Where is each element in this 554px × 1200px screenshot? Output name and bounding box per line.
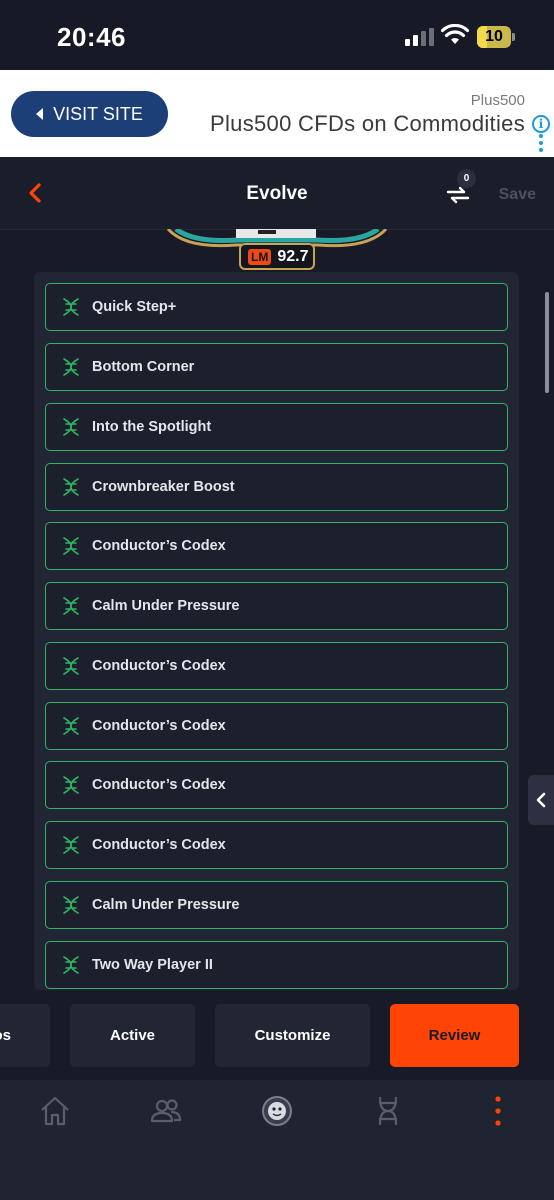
dna-icon	[63, 836, 79, 854]
review-button[interactable]: Review	[390, 1004, 519, 1067]
evolution-label: Crownbreaker Boost	[92, 479, 235, 495]
evolution-item[interactable]: Conductor’s Codex	[45, 642, 508, 690]
wifi-icon	[441, 24, 469, 44]
evolution-item[interactable]: Bottom Corner	[45, 343, 508, 391]
battery-icon: 10	[477, 26, 515, 48]
evolution-item[interactable]: Conductor’s Codex	[45, 761, 508, 809]
dna-icon	[63, 657, 79, 675]
more-icon[interactable]	[481, 1094, 515, 1128]
active-label: Active	[109, 1027, 156, 1044]
evolution-item[interactable]: Crownbreaker Boost	[45, 463, 508, 511]
active-button[interactable]: Active	[70, 1004, 195, 1067]
info-icon[interactable]: i	[532, 115, 550, 133]
tab-partial-label: os	[0, 1027, 11, 1044]
header: Evolve Save	[0, 157, 554, 230]
evolution-label: Calm Under Pressure	[92, 598, 240, 614]
save-button[interactable]: Save	[499, 186, 536, 204]
evolution-label: Two Way Player II	[92, 957, 213, 973]
caret-left-icon	[36, 108, 44, 120]
evolution-item[interactable]: Conductor’s Codex	[45, 522, 508, 570]
evolutions-icon[interactable]	[371, 1094, 405, 1128]
friends-icon[interactable]	[149, 1094, 183, 1128]
dna-icon	[63, 597, 79, 615]
ad-brand: Plus500	[470, 92, 525, 109]
dna-icon	[63, 418, 79, 436]
evolution-label: Conductor’s Codex	[92, 538, 226, 554]
bottom-nav	[0, 1080, 554, 1200]
dna-icon	[63, 896, 79, 914]
evolution-list: Quick Step+ Bottom Corner Into the Spotl…	[34, 272, 519, 990]
scrollbar[interactable]	[545, 292, 549, 393]
chevron-left-icon	[536, 792, 546, 808]
evolution-label: Bottom Corner	[92, 359, 195, 375]
status-bar: 20:46 10	[0, 0, 554, 70]
evolution-label: Conductor’s Codex	[92, 658, 226, 674]
customize-button[interactable]: Customize	[215, 1004, 370, 1067]
battery-level: 10	[485, 28, 503, 45]
status-time: 20:46	[57, 22, 126, 52]
dna-icon	[63, 776, 79, 794]
evolution-label: Conductor’s Codex	[92, 777, 226, 793]
dna-icon	[63, 298, 79, 316]
evolution-item[interactable]: Two Way Player II	[45, 941, 508, 989]
position-tag: LM	[248, 248, 272, 265]
player-rating-badge: LM 92.7	[239, 243, 315, 270]
visit-site-label: VISIT SITE	[53, 103, 143, 124]
review-label: Review	[428, 1027, 481, 1044]
ad-options-icon[interactable]	[539, 134, 544, 152]
evolution-item[interactable]: Calm Under Pressure	[45, 881, 508, 929]
evolution-item[interactable]: Conductor’s Codex	[45, 821, 508, 869]
dna-icon	[63, 537, 79, 555]
customize-label: Customize	[254, 1027, 331, 1044]
ad-banner[interactable]: VISIT SITE Plus500 Plus500 CFDs on Commo…	[0, 70, 554, 157]
side-panel-toggle[interactable]	[528, 775, 554, 825]
ad-headline[interactable]: Plus500 CFDs on Commodities	[210, 111, 525, 137]
visit-site-button[interactable]: VISIT SITE	[11, 91, 168, 137]
evolution-label: Conductor’s Codex	[92, 718, 226, 734]
compare-count-badge: 0	[457, 169, 476, 188]
dna-icon	[63, 956, 79, 974]
evolution-label: Into the Spotlight	[92, 419, 212, 435]
evolution-label: Quick Step+	[92, 299, 177, 315]
player-rating: 92.7	[277, 247, 309, 265]
signal-icon	[405, 28, 435, 46]
dna-icon	[63, 358, 79, 376]
home-icon[interactable]	[38, 1094, 72, 1128]
action-bar: os Active Customize Review	[0, 990, 554, 1080]
evolution-item[interactable]: Conductor’s Codex	[45, 702, 508, 750]
evolution-item[interactable]: Calm Under Pressure	[45, 582, 508, 630]
evolution-item[interactable]: Into the Spotlight	[45, 403, 508, 451]
dna-icon	[63, 717, 79, 735]
dna-icon	[63, 478, 79, 496]
club-icon[interactable]	[260, 1094, 294, 1128]
evolution-label: Calm Under Pressure	[92, 897, 240, 913]
evolution-label: Conductor’s Codex	[92, 837, 226, 853]
tab-partial-button[interactable]: os	[0, 1004, 50, 1067]
evolution-item[interactable]: Quick Step+	[45, 283, 508, 331]
